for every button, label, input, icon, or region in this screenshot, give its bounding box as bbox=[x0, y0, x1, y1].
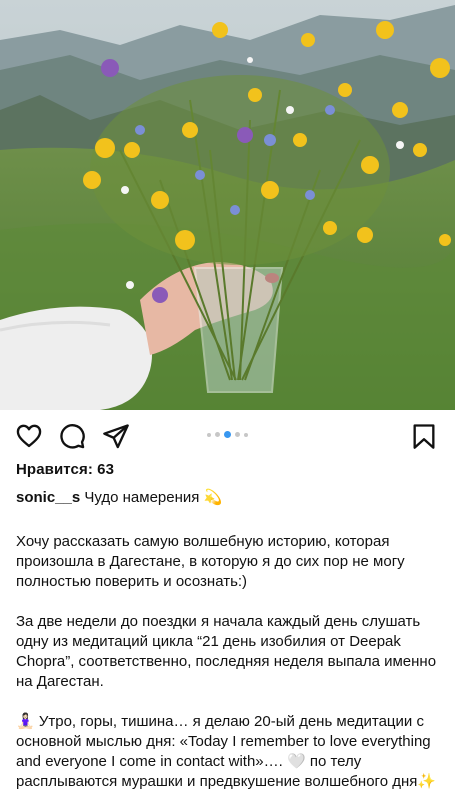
carousel-indicator bbox=[0, 431, 455, 438]
carousel-dot bbox=[235, 432, 240, 437]
caption-header: sonic__s Чудо намерения 💫 bbox=[16, 488, 441, 508]
carousel-dot bbox=[215, 432, 220, 437]
carousel-dot-active bbox=[224, 431, 231, 438]
carousel-dot bbox=[207, 432, 211, 437]
post-caption: sonic__s Чудо намерения 💫 Хочу рассказат… bbox=[16, 488, 441, 812]
carousel-dot bbox=[244, 432, 248, 437]
caption-paragraph: 🧘🏻‍♀️ Утро, горы, тишина… я делаю 20-ый … bbox=[16, 713, 437, 790]
likes-count[interactable]: Нравится: 63 bbox=[16, 461, 114, 478]
wildflower-bouquet-image bbox=[0, 0, 455, 410]
username-link[interactable]: sonic__s bbox=[16, 489, 80, 506]
caption-title: Чудо намерения 💫 bbox=[80, 489, 223, 506]
caption-paragraph: Хочу рассказать самую волшебную историю,… bbox=[16, 533, 405, 590]
post-photo[interactable] bbox=[0, 0, 455, 410]
caption-paragraph: За две недели до поездки я начала каждый… bbox=[16, 613, 437, 690]
